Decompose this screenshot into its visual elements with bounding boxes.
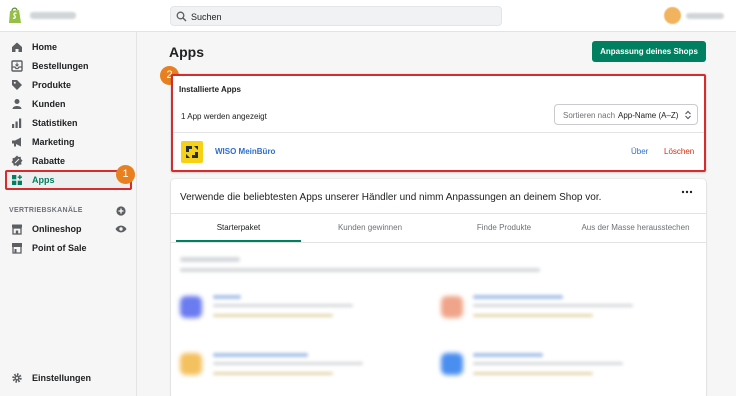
eye-icon[interactable] — [115, 224, 127, 234]
chevron-updown-icon — [685, 110, 691, 120]
sidebar-item-statistics[interactable]: Statistiken — [0, 114, 137, 133]
blurred-heading — [180, 257, 240, 262]
search-icon — [176, 11, 187, 22]
blurred-app-desc — [473, 304, 633, 307]
blurred-app-rating — [213, 314, 333, 317]
blurred-app-rating — [473, 372, 593, 375]
divider — [173, 132, 704, 133]
search-input[interactable]: Suchen — [191, 12, 222, 22]
sidebar-item-home[interactable]: Home — [0, 38, 137, 57]
blurred-app-desc — [473, 362, 623, 365]
sidebar-item-marketing[interactable]: Marketing — [0, 133, 137, 152]
annotation-badge-1: 1 — [116, 165, 135, 184]
about-link[interactable]: Über — [631, 147, 648, 156]
avatar[interactable] — [664, 7, 681, 24]
blurred-app-icon — [441, 296, 463, 318]
sidebar: Home Bestellungen Produkte Kunden Statis… — [0, 32, 137, 396]
customize-shop-button[interactable]: Anpassung deines Shops — [592, 41, 706, 62]
sidebar-item-orders[interactable]: Bestellungen — [0, 57, 137, 76]
orders-icon — [11, 60, 23, 72]
shopify-bag-icon[interactable] — [8, 7, 22, 24]
sidebar-item-label: Statistiken — [32, 118, 78, 128]
sidebar-item-label: Apps — [32, 175, 55, 185]
sidebar-item-discounts[interactable]: Rabatte — [0, 152, 137, 171]
store-icon — [12, 224, 22, 235]
user-name-blurred[interactable] — [686, 13, 724, 19]
tab-aus-der-masse[interactable]: Aus der Masse herausstechen — [569, 223, 702, 243]
blurred-app-name[interactable] — [213, 353, 308, 357]
apps-count-text: 1 App werden angezeigt — [181, 112, 267, 121]
sidebar-item-label: Kunden — [32, 99, 66, 109]
delete-link[interactable]: Löschen — [664, 147, 694, 156]
app-name-link[interactable]: WISO MeinBüro — [215, 147, 275, 156]
store-name-blurred[interactable] — [30, 12, 76, 19]
installed-apps-title: Installierte Apps — [179, 85, 241, 94]
more-horizontal-icon[interactable] — [681, 189, 693, 195]
sales-channels-heading: VERTRIEBSKANÄLE — [9, 207, 83, 214]
blurred-app-desc — [213, 304, 353, 307]
blurred-app-icon — [441, 353, 463, 375]
blurred-app-icon — [180, 353, 202, 375]
blurred-app-desc — [213, 362, 363, 365]
sort-label: Sortieren nach — [563, 111, 616, 120]
sidebar-item-label: Home — [32, 42, 58, 52]
add-channel-icon[interactable] — [116, 206, 126, 216]
top-bar: Suchen — [0, 0, 736, 32]
divider — [171, 242, 706, 243]
page-title: Apps — [169, 44, 204, 60]
sidebar-item-label: Einstellungen — [32, 373, 92, 383]
person-icon — [12, 99, 22, 109]
sidebar-item-products[interactable]: Produkte — [0, 76, 137, 95]
blurred-text — [180, 268, 540, 272]
sidebar-item-label: Point of Sale — [32, 243, 87, 253]
sort-value: App-Name (A–Z) — [618, 111, 679, 120]
installed-apps-card: Installierte Apps 1 App werden angezeigt… — [171, 74, 706, 172]
megaphone-icon — [12, 137, 21, 147]
home-icon — [12, 42, 22, 52]
sidebar-item-label: Marketing — [32, 137, 75, 147]
discount-icon — [11, 155, 23, 167]
blurred-app-name[interactable] — [213, 295, 241, 299]
wiso-app-icon — [181, 141, 203, 163]
sort-select[interactable]: Sortieren nach App-Name (A–Z) — [554, 104, 698, 125]
blurred-app-rating — [473, 314, 593, 317]
tag-icon — [12, 80, 22, 90]
sidebar-item-label: Rabatte — [32, 156, 66, 166]
sidebar-item-label: Produkte — [32, 80, 72, 90]
search-bar[interactable]: Suchen — [170, 6, 502, 26]
recommendations-title: Verwende die beliebtesten Apps unserer H… — [180, 192, 602, 203]
sidebar-item-point-of-sale[interactable]: Point of Sale — [0, 239, 137, 258]
blurred-app-icon — [180, 296, 202, 318]
sidebar-item-settings[interactable]: Einstellungen — [0, 369, 137, 388]
tab-finde-produkte[interactable]: Finde Produkte — [439, 223, 569, 243]
sidebar-item-label: Onlineshop — [32, 224, 82, 234]
recommendations-card: Verwende die beliebtesten Apps unserer H… — [171, 179, 706, 396]
divider — [171, 213, 706, 214]
sidebar-item-customers[interactable]: Kunden — [0, 95, 137, 114]
blurred-app-name[interactable] — [473, 295, 563, 299]
pos-icon — [12, 243, 22, 254]
tab-kunden-gewinnen[interactable]: Kunden gewinnen — [305, 223, 435, 243]
bar-chart-icon — [12, 118, 22, 128]
blurred-app-name[interactable] — [473, 353, 543, 357]
gear-icon — [12, 373, 22, 383]
blurred-app-rating — [213, 372, 333, 375]
sidebar-item-label: Bestellungen — [32, 61, 89, 71]
apps-icon — [12, 175, 22, 185]
